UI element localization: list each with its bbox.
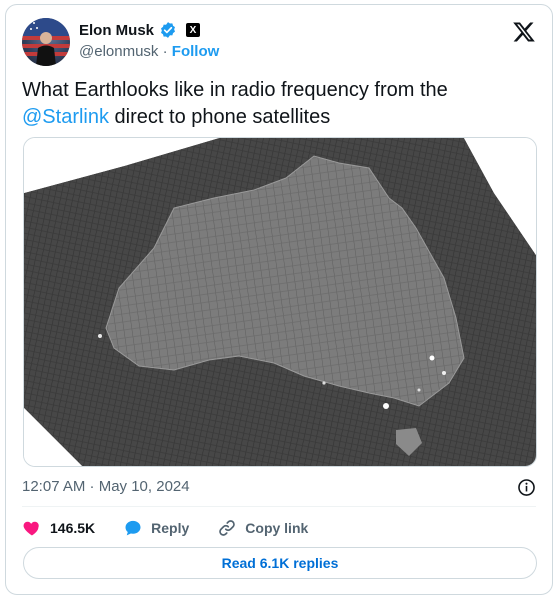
copy-link-action[interactable]: Copy link [217,518,308,538]
divider [22,506,536,507]
verified-badge-icon [161,22,175,38]
read-replies-button[interactable]: Read 6.1K replies [23,547,537,579]
tweet-text-before: What Earthlooks like in radio frequency … [22,79,448,101]
like-count: 146.5K [50,520,96,536]
reply-action[interactable]: Reply [123,518,189,538]
like-action[interactable]: 146.5K [22,518,95,538]
reply-label: Reply [151,520,190,536]
link-icon [219,520,236,536]
handle-row: @elonmusk · Follow [79,43,219,60]
author-name[interactable]: Elon Musk [79,22,154,39]
author-name-row[interactable]: Elon Musk X [79,21,201,39]
x-affiliate-icon: X [186,23,201,37]
avatar-image [22,18,70,66]
speech-bubble-icon [125,520,141,536]
x-logo-icon[interactable] [512,20,536,44]
info-icon[interactable] [517,478,536,497]
tweet-timestamp[interactable]: 12:07 AM · May 10, 2024 [22,478,190,495]
radio-frequency-map-image [24,138,536,466]
follow-button[interactable]: Follow [172,43,220,60]
copy-link-label: Copy link [245,520,309,536]
heart-icon [23,521,39,536]
separator-dot: · [162,43,168,60]
avatar[interactable] [22,18,70,66]
tweet-media-image[interactable] [23,137,537,467]
tweet-card: Elon Musk X @elonmusk · Follow What Eart… [5,4,553,595]
author-handle[interactable]: @elonmusk [79,43,158,60]
tweet-text: What Earthlooks like in radio frequency … [22,77,522,131]
action-bar: 146.5K Reply Copy link [22,517,336,539]
mention-link[interactable]: @Starlink [22,106,109,128]
tweet-text-after: direct to phone satellites [109,106,331,128]
